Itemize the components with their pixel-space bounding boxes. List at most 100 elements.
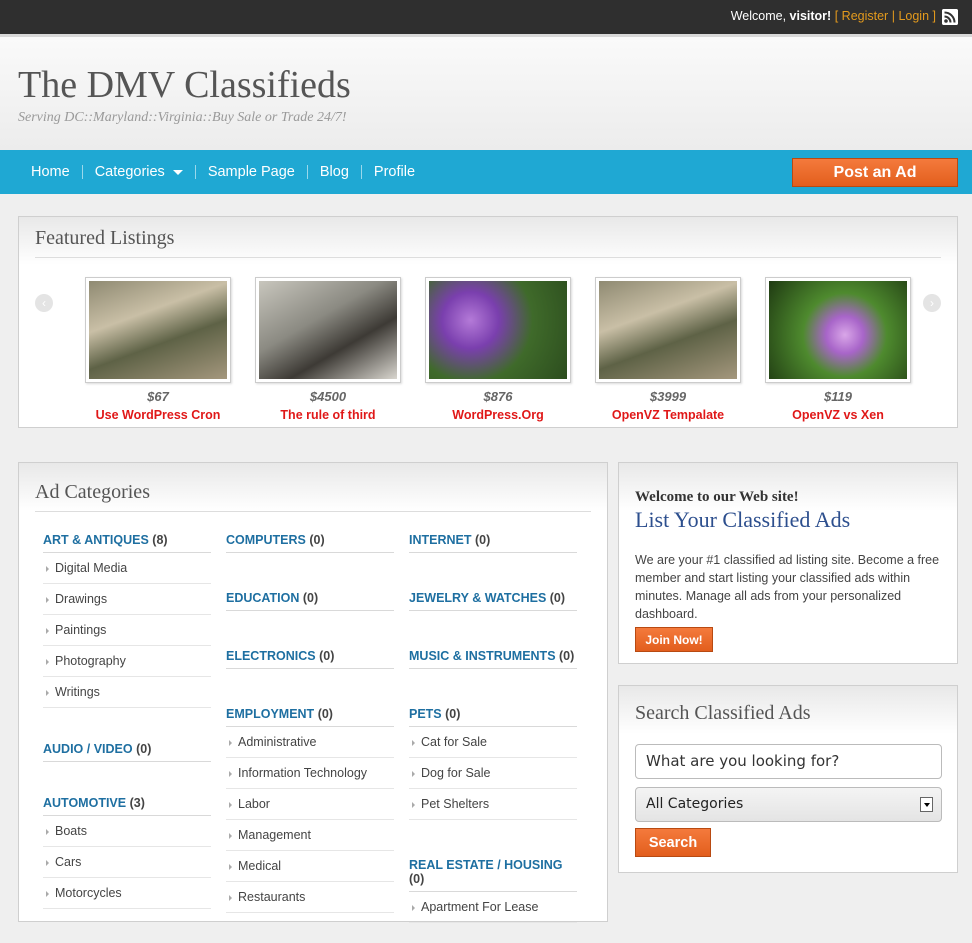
category-count: (3) [129,796,145,810]
featured-item[interactable]: $876 WordPress.Org [425,277,571,422]
category-name[interactable]: ART & ANTIQUES [43,533,149,547]
subcategory-link[interactable]: Cat for Sale [409,727,577,758]
category-heading[interactable]: COMPUTERS (0) [226,533,394,553]
rss-icon[interactable] [942,9,958,25]
register-link[interactable]: Register [842,9,889,23]
close-bracket: ] [932,9,936,23]
featured-item[interactable]: $3999 OpenVZ Tempalate [595,277,741,422]
subcategory-link[interactable]: Management [226,820,394,851]
category-group: ART & ANTIQUES (8) Digital Media Drawing… [43,533,211,708]
listing-thumbnail[interactable] [595,277,741,383]
category-count: (0) [302,591,319,605]
subcategory-link[interactable]: Boats [43,816,211,847]
category-heading[interactable]: EMPLOYMENT (0) [226,707,394,727]
username: visitor! [789,9,832,23]
nav-blog[interactable]: Blog [306,165,361,179]
nav-categories[interactable]: Categories [81,164,195,180]
dropdown-arrow-icon[interactable] [920,797,933,812]
category-count: (8) [152,533,168,547]
featured-item[interactable]: $119 OpenVZ vs Xen [765,277,911,422]
subcategory-link[interactable]: Cars [43,847,211,878]
join-now-button[interactable]: Join Now! [635,627,713,652]
chevron-left-icon[interactable]: ‹ [35,294,53,312]
subcategory-link[interactable]: Pet Shelters [409,789,577,820]
category-name[interactable]: REAL ESTATE / HOUSING [409,858,563,872]
category-count: (0) [319,649,335,663]
listing-title[interactable]: Use WordPress Cron [85,408,231,422]
nav-home[interactable]: Home [19,165,82,180]
search-input[interactable]: What are you looking for? [635,744,942,779]
listing-price: $3999 [649,389,687,404]
subcategory-link[interactable]: Labor [226,789,394,820]
listing-thumbnail[interactable] [85,277,231,383]
nav-categories-label: Categories [94,164,165,180]
category-heading[interactable]: PETS (0) [409,707,577,727]
category-name[interactable]: EDUCATION [226,591,299,605]
featured-title: Featured Listings [35,227,175,249]
featured-item[interactable]: $4500 The rule of third [255,277,401,422]
listing-title[interactable]: WordPress.Org [425,408,571,422]
listing-title[interactable]: OpenVZ vs Xen [765,408,911,422]
subcategory-link[interactable]: Digital Media [43,553,211,584]
category-column: INTERNET (0) JEWELRY & WATCHES (0) MUSIC… [409,533,577,943]
site-tagline: Serving DC::Maryland::Virginia::Buy Sale… [18,110,347,125]
category-select-value: All Categories [646,796,744,812]
listing-title[interactable]: OpenVZ Tempalate [595,408,741,422]
ad-categories-title: Ad Categories [35,481,150,503]
listing-price: $4500 [309,389,347,404]
category-heading[interactable]: JEWELRY & WATCHES (0) [409,591,577,611]
category-name[interactable]: ELECTRONICS [226,649,316,663]
category-name[interactable]: INTERNET [409,533,472,547]
category-name[interactable]: COMPUTERS [226,533,306,547]
site-title[interactable]: The DMV Classifieds [18,63,351,107]
category-heading[interactable]: EDUCATION (0) [226,591,394,611]
welcome-title: List Your Classified Ads [635,507,851,532]
category-name[interactable]: AUTOMOTIVE [43,796,126,810]
listing-thumbnail[interactable] [255,277,401,383]
featured-listings: Featured Listings ‹ › $67 Use WordPress … [18,216,958,428]
listing-thumbnail[interactable] [765,277,911,383]
post-ad-button[interactable]: Post an Ad [792,158,958,187]
category-column: ART & ANTIQUES (8) Digital Media Drawing… [43,533,211,929]
category-group: MUSIC & INSTRUMENTS (0) [409,649,577,669]
category-heading[interactable]: REAL ESTATE / HOUSING (0) [409,858,577,892]
login-link[interactable]: Login [898,9,929,23]
category-name[interactable]: EMPLOYMENT [226,707,314,721]
subcategory-link[interactable]: Apartment For Lease [409,892,577,923]
divider [35,511,591,512]
category-count: (0) [309,533,325,547]
category-count: (0) [317,707,333,721]
category-heading[interactable]: AUTOMOTIVE (3) [43,796,211,816]
subcategory-link[interactable]: Medical [226,851,394,882]
chevron-right-icon[interactable]: › [923,294,941,312]
category-group: EDUCATION (0) [226,591,394,611]
subcategory-link[interactable]: Restaurants [226,882,394,913]
subcategory-link[interactable]: Information Technology [226,758,394,789]
subcategory-link[interactable]: Dog for Sale [409,758,577,789]
subcategory-link[interactable]: Photography [43,646,211,677]
subcategory-link[interactable]: Drawings [43,584,211,615]
nav-sample-page[interactable]: Sample Page [194,165,307,179]
search-button[interactable]: Search [635,828,711,857]
category-heading[interactable]: INTERNET (0) [409,533,577,553]
nav-profile[interactable]: Profile [360,165,427,179]
category-name[interactable]: JEWELRY & WATCHES [409,591,546,605]
category-name[interactable]: AUDIO / VIDEO [43,742,133,756]
subcategory-link[interactable]: Administrative [226,727,394,758]
category-select[interactable]: All Categories [635,787,942,822]
category-heading[interactable]: MUSIC & INSTRUMENTS (0) [409,649,577,669]
welcome-text: We are your #1 classified ad listing sit… [635,553,940,621]
subcategory-link[interactable]: Motorcycles [43,878,211,909]
listing-thumbnail[interactable] [425,277,571,383]
listing-title[interactable]: The rule of third [255,408,401,422]
divider [35,257,941,258]
category-heading[interactable]: ART & ANTIQUES (8) [43,533,211,553]
category-group: REAL ESTATE / HOUSING (0) Apartment For … [409,858,577,923]
category-name[interactable]: MUSIC & INSTRUMENTS [409,649,556,663]
category-heading[interactable]: AUDIO / VIDEO (0) [43,742,211,762]
subcategory-link[interactable]: Writings [43,677,211,708]
featured-item[interactable]: $67 Use WordPress Cron [85,277,231,422]
subcategory-link[interactable]: Paintings [43,615,211,646]
category-heading[interactable]: ELECTRONICS (0) [226,649,394,669]
category-name[interactable]: PETS [409,707,442,721]
